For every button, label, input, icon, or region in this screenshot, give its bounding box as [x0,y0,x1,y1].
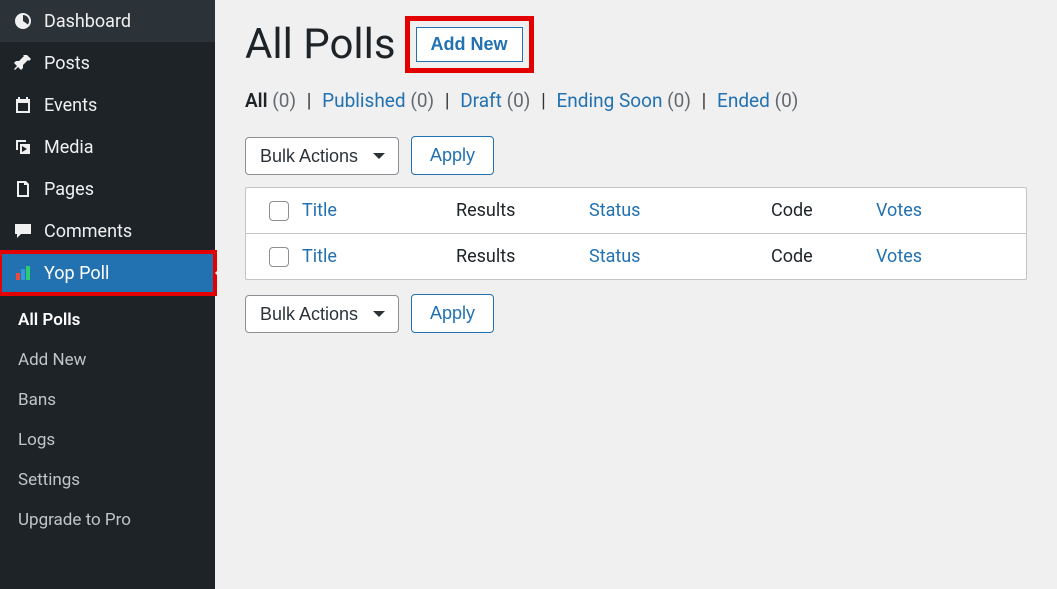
select-all-checkbox[interactable] [269,201,289,221]
col-status[interactable]: Status [589,200,771,221]
sidebar-item-comments[interactable]: Comments [0,210,215,252]
col-code-foot: Code [771,246,876,267]
filter-ending-count: (0) [667,89,691,112]
apply-button-bottom[interactable]: Apply [411,294,494,333]
filter-draft-count: (0) [507,89,531,112]
sidebar-submenu: All Polls Add New Bans Logs Settings Upg… [0,294,215,540]
sidebar-item-pages[interactable]: Pages [0,168,215,210]
table-footer-row: Title Results Status Code Votes [246,234,1026,279]
bulk-actions-select[interactable]: Bulk Actions [245,137,399,175]
add-new-highlight: Add New [410,21,529,68]
main-content: All Polls Add New All (0) | Published (0… [215,0,1057,589]
filter-ending-soon[interactable]: Ending Soon [556,89,662,112]
admin-sidebar: Dashboard Posts Events Media Pages Comme… [0,0,215,589]
col-results: Results [456,200,589,221]
filter-ended-count: (0) [775,89,799,112]
sidebar-item-yop-poll[interactable]: Yop Poll [0,252,215,294]
sidebar-label: Comments [44,221,132,242]
filter-published[interactable]: Published [322,89,405,112]
apply-button[interactable]: Apply [411,136,494,175]
sidebar-label: Posts [44,53,90,74]
col-votes-foot[interactable]: Votes [876,246,1016,267]
media-icon [12,136,34,158]
filter-draft[interactable]: Draft [460,89,502,112]
submenu-item-bans[interactable]: Bans [0,380,215,420]
page-header: All Polls Add New [245,20,1027,69]
chart-icon [12,262,34,284]
submenu-item-logs[interactable]: Logs [0,420,215,460]
col-title[interactable]: Title [302,200,456,221]
sidebar-item-dashboard[interactable]: Dashboard [0,0,215,42]
sidebar-item-media[interactable]: Media [0,126,215,168]
calendar-icon [12,94,34,116]
sidebar-label: Yop Poll [44,263,109,284]
col-results-foot: Results [456,246,589,267]
page-title: All Polls [245,20,396,69]
submenu-item-all-polls[interactable]: All Polls [0,300,215,340]
comment-icon [12,220,34,242]
filter-ended[interactable]: Ended [717,89,770,112]
bulk-actions-bottom: Bulk Actions Apply [245,294,1027,333]
filter-all[interactable]: All [245,89,268,112]
col-code: Code [771,200,876,221]
bulk-actions-select-bottom[interactable]: Bulk Actions [245,295,399,333]
col-title-foot[interactable]: Title [302,246,456,267]
col-votes[interactable]: Votes [876,200,1016,221]
dashboard-icon [12,10,34,32]
col-status-foot[interactable]: Status [589,246,771,267]
sidebar-label: Pages [44,179,94,200]
filter-all-count: (0) [272,89,296,112]
submenu-item-add-new[interactable]: Add New [0,340,215,380]
page-icon [12,178,34,200]
bulk-actions-top: Bulk Actions Apply [245,136,1027,175]
sidebar-label: Events [44,95,97,116]
status-filters: All (0) | Published (0) | Draft (0) | En… [245,89,1027,112]
table-header-row: Title Results Status Code Votes [246,188,1026,234]
select-all-checkbox-bottom[interactable] [269,247,289,267]
sidebar-item-posts[interactable]: Posts [0,42,215,84]
submenu-item-upgrade[interactable]: Upgrade to Pro [0,500,215,540]
add-new-button[interactable]: Add New [416,27,523,62]
sidebar-label: Media [44,137,94,158]
polls-table: Title Results Status Code Votes Title Re… [245,187,1027,280]
sidebar-label: Dashboard [44,11,131,32]
sidebar-item-events[interactable]: Events [0,84,215,126]
filter-published-count: (0) [410,89,434,112]
pin-icon [12,52,34,74]
submenu-item-settings[interactable]: Settings [0,460,215,500]
